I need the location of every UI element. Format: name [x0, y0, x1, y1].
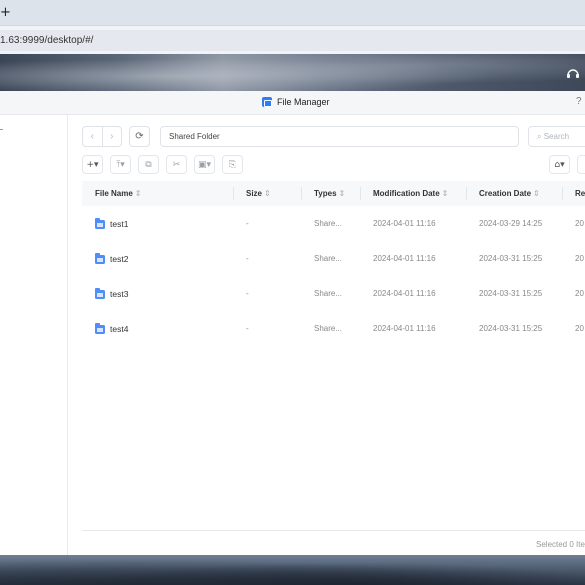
column-divider[interactable]	[466, 187, 467, 200]
tools-dropdown-button[interactable]: ⌂▾	[549, 155, 570, 174]
table-row[interactable]: test1 - Share... 2024-04-01 11:16 2024-0…	[82, 206, 585, 241]
cut-icon[interactable]: ✂	[166, 155, 187, 174]
shared-folder-icon	[95, 287, 105, 299]
main-panel: ‹ › ⟳ Shared Folder ⌕ Search +▾ ⤒▾ ⧉ ✂ ▣…	[68, 115, 585, 555]
file-size: -	[246, 324, 249, 333]
file-type: Share...	[314, 289, 343, 298]
sort-icon: ⇕	[134, 189, 142, 198]
shared-folder-icon	[95, 217, 105, 229]
column-divider[interactable]	[360, 187, 361, 200]
table-row[interactable]: test3 - Share... 2024-04-01 11:16 2024-0…	[82, 276, 585, 311]
path-field[interactable]: Shared Folder	[160, 126, 519, 147]
search-placeholder: Search	[543, 132, 570, 141]
selection-status: Selected 0 Iter	[536, 540, 585, 549]
window-title-group: File Manager	[262, 97, 330, 107]
paste-dropdown-button[interactable]: ▣▾	[194, 155, 215, 174]
file-created: 2024-03-29 14:25	[479, 219, 543, 228]
new-dropdown-button[interactable]: +▾	[82, 155, 103, 174]
column-header-types[interactable]: Types ⇕	[314, 189, 345, 198]
column-divider[interactable]	[562, 187, 563, 200]
file-manager-icon	[262, 97, 272, 107]
address-url[interactable]: 1.63:9999/desktop/#/	[0, 35, 93, 46]
column-divider[interactable]	[233, 187, 234, 200]
sidebar-item[interactable]	[0, 129, 3, 130]
refresh-button[interactable]: ⟳	[129, 126, 150, 147]
desktop-wallpaper-bottom	[0, 555, 585, 585]
file-type: Share...	[314, 254, 343, 263]
copy-icon[interactable]: ⧉	[138, 155, 159, 174]
help-button[interactable]: ?	[576, 96, 582, 107]
notification-icon[interactable]	[565, 64, 581, 80]
move-icon[interactable]: ⎘	[222, 155, 243, 174]
file-size: -	[246, 254, 249, 263]
file-modified: 2024-04-01 11:16	[373, 324, 436, 333]
file-name: test3	[110, 289, 129, 299]
search-icon: ⌕	[537, 132, 544, 141]
column-header-extra[interactable]: Re	[575, 189, 585, 198]
file-extra: 20	[575, 289, 584, 298]
file-manager-window: File Manager ? ‹ › ⟳ Shared Folder ⌕ Sea…	[0, 91, 585, 555]
sort-icon: ⇕	[264, 189, 271, 198]
file-created: 2024-03-31 15:25	[479, 289, 543, 298]
upload-dropdown-button[interactable]: ⤒▾	[110, 155, 131, 174]
sort-icon: ⇕	[338, 189, 346, 198]
sort-icon: ⇕	[533, 189, 540, 198]
table-row[interactable]: test4 - Share... 2024-04-01 11:16 2024-0…	[82, 311, 585, 346]
file-name: test4	[110, 324, 129, 334]
shared-folder-icon	[95, 322, 105, 334]
search-input[interactable]: ⌕ Search	[528, 126, 585, 147]
view-options-button[interactable]: ‹	[577, 155, 585, 174]
column-header-name[interactable]: File Name ⇕	[95, 189, 142, 198]
file-extra: 20	[575, 254, 584, 263]
file-size: -	[246, 219, 249, 228]
table-header: File Name ⇕ Size ⇕ Types ⇕ Modification Dat…	[82, 181, 585, 206]
sidebar	[0, 115, 68, 555]
new-tab-button[interactable]: +	[0, 5, 11, 20]
table-row[interactable]: test2 - Share... 2024-04-01 11:16 2024-0…	[82, 241, 585, 276]
column-header-modified[interactable]: Modification Date ⇕	[373, 189, 448, 198]
browser-address-bar: 1.63:9999/desktop/#/	[0, 26, 585, 54]
sort-icon: ⇕	[441, 189, 449, 198]
column-divider[interactable]	[301, 187, 302, 200]
file-extra: 20	[575, 219, 584, 228]
column-header-created[interactable]: Creation Date ⇕	[479, 189, 540, 198]
column-header-size[interactable]: Size ⇕	[246, 189, 271, 198]
file-modified: 2024-04-01 11:16	[373, 289, 436, 298]
file-size: -	[246, 289, 249, 298]
file-created: 2024-03-31 15:25	[479, 324, 543, 333]
history-nav: ‹ ›	[82, 126, 122, 147]
file-modified: 2024-04-01 11:16	[373, 219, 436, 228]
file-type: Share...	[314, 219, 343, 228]
desktop-wallpaper-top	[0, 54, 585, 91]
forward-button[interactable]: ›	[103, 127, 122, 146]
file-created: 2024-03-31 15:25	[479, 254, 543, 263]
file-name: test2	[110, 254, 129, 264]
shared-folder-icon	[95, 252, 105, 264]
file-extra: 20	[575, 324, 584, 333]
browser-tab-bar: +	[0, 0, 585, 26]
file-type: Share...	[314, 324, 343, 333]
file-name: test1	[110, 219, 129, 229]
back-button[interactable]: ‹	[83, 127, 103, 146]
window-titlebar[interactable]: File Manager ?	[0, 91, 585, 115]
file-modified: 2024-04-01 11:16	[373, 254, 436, 263]
window-title: File Manager	[277, 97, 330, 107]
footer-divider	[82, 530, 585, 531]
